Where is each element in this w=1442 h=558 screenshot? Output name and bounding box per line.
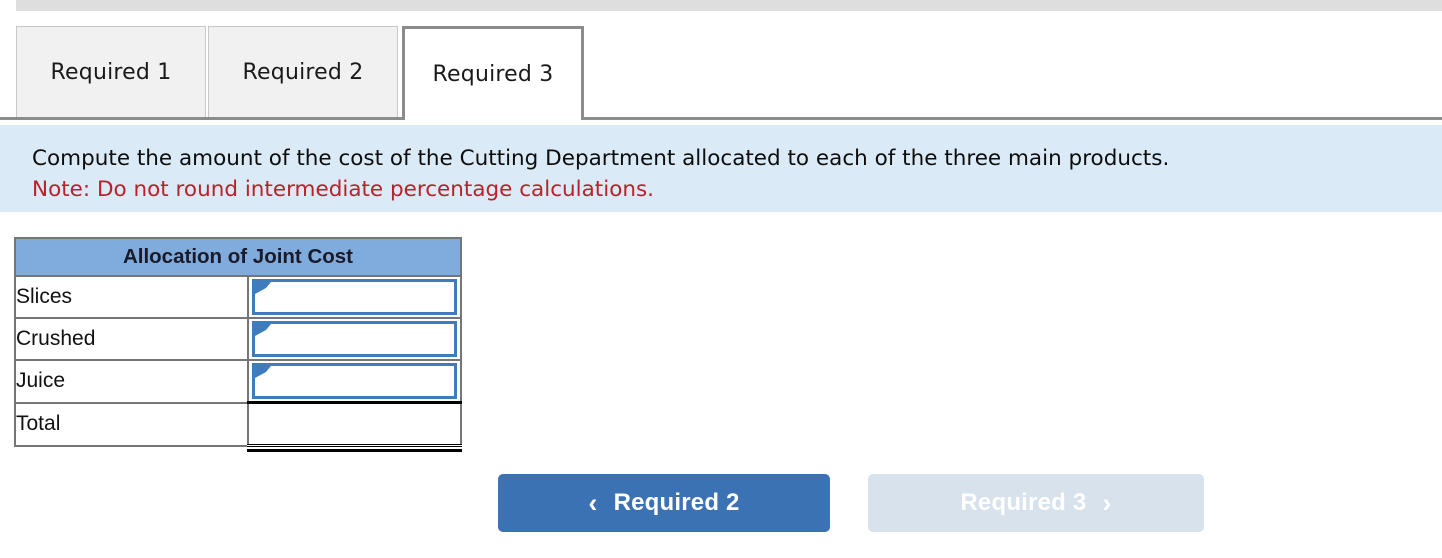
tab-required-2-label: Required 2 <box>242 59 364 85</box>
instruction-note: Note: Do not round intermediate percenta… <box>32 177 655 202</box>
total-double-rule <box>247 449 462 452</box>
crushed-amount-input[interactable] <box>252 321 457 357</box>
juice-amount-input[interactable] <box>252 363 457 399</box>
previous-requirement-label: Required 2 <box>613 489 740 516</box>
previous-requirement-button[interactable]: ‹ Required 2 <box>498 474 830 532</box>
table-row: Total <box>14 401 462 452</box>
chevron-right-icon: › <box>1102 487 1112 518</box>
row-value-cell-slices[interactable] <box>247 275 462 319</box>
tab-required-2[interactable]: Required 2 <box>208 26 398 117</box>
tab-required-1-label: Required 1 <box>50 59 172 85</box>
row-value-cell-crushed[interactable] <box>247 317 462 361</box>
instruction-panel: Compute the amount of the cost of the Cu… <box>0 125 1442 212</box>
table-row: Juice <box>14 359 462 404</box>
table-title-header: Allocation of Joint Cost <box>14 237 462 277</box>
row-label-total: Total <box>14 401 249 447</box>
table-row: Crushed <box>14 317 462 361</box>
row-label-crushed: Crushed <box>14 317 249 361</box>
requirement-nav: ‹ Required 2 Required 3 › <box>498 474 1204 532</box>
slices-amount-input[interactable] <box>252 279 457 315</box>
total-amount-value <box>247 401 462 452</box>
row-value-cell-juice[interactable] <box>247 359 462 404</box>
row-label-juice: Juice <box>14 359 249 404</box>
tab-bar: Required 1 Required 2 Required 3 <box>0 26 1442 120</box>
tab-required-3[interactable]: Required 3 <box>402 26 584 120</box>
tab-required-3-label: Required 3 <box>432 62 554 87</box>
top-gray-strip <box>16 0 1442 11</box>
tab-required-1[interactable]: Required 1 <box>16 26 206 117</box>
row-label-slices: Slices <box>14 275 249 319</box>
table-row: Slices <box>14 275 462 319</box>
instruction-prompt: Compute the amount of the cost of the Cu… <box>32 146 1170 171</box>
next-requirement-label: Required 3 <box>960 489 1087 516</box>
next-requirement-button[interactable]: Required 3 › <box>868 474 1204 532</box>
table-header-row: Allocation of Joint Cost <box>14 237 462 277</box>
chevron-left-icon: ‹ <box>588 487 598 518</box>
tab-baseline-rule <box>0 117 1442 120</box>
allocation-of-joint-cost-table: Allocation of Joint Cost Slices Crushed … <box>14 237 462 452</box>
